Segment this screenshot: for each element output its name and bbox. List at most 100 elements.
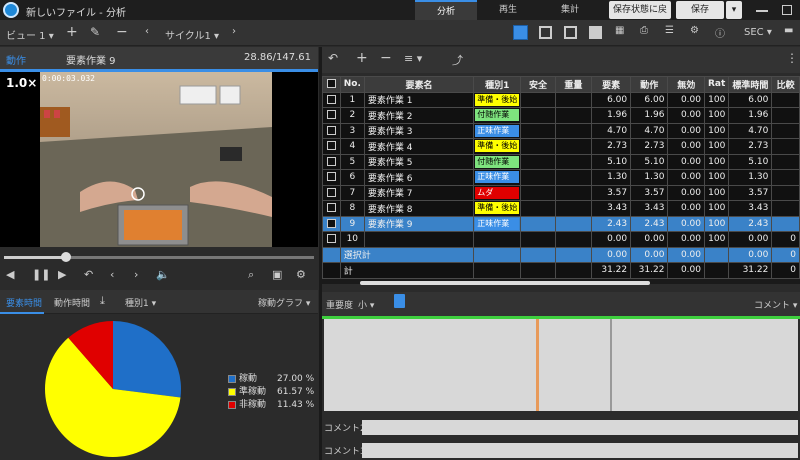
split-icon[interactable]: ⤴ bbox=[452, 52, 463, 68]
row-checkbox-cell[interactable] bbox=[322, 91, 341, 108]
undo-icon[interactable]: ↶ bbox=[328, 51, 338, 65]
element-name[interactable]: 要素作業 2 bbox=[363, 107, 475, 124]
column-header[interactable]: No. bbox=[339, 76, 365, 93]
row-checkbox-cell[interactable] bbox=[322, 138, 341, 155]
table-row[interactable]: 1 要素作業 1 準備・後始 6.00 6.00 0.00 100 6.00 bbox=[322, 91, 800, 108]
element-name[interactable]: 要素作業 7 bbox=[363, 184, 475, 201]
column-header[interactable]: 比較 bbox=[771, 76, 800, 93]
type-cell[interactable]: 正味作業 bbox=[473, 215, 522, 232]
checkbox[interactable] bbox=[326, 125, 336, 135]
type-cell[interactable] bbox=[473, 231, 522, 248]
minus-icon[interactable]: − bbox=[116, 24, 128, 40]
type-cell[interactable]: 準備・後始 bbox=[473, 91, 522, 108]
save-dropdown-button[interactable]: ▾ bbox=[726, 1, 742, 19]
pause-icon[interactable]: ❚❚ bbox=[32, 268, 50, 281]
folder-icon[interactable]: ▬ bbox=[784, 25, 793, 36]
element-name[interactable]: 要素作業 3 bbox=[363, 122, 475, 139]
weight-cell[interactable] bbox=[554, 107, 593, 124]
checkbox[interactable] bbox=[326, 203, 336, 213]
row-checkbox-cell[interactable] bbox=[322, 153, 341, 170]
weight-cell[interactable] bbox=[554, 153, 593, 170]
tab-element-time[interactable]: 要素時間 bbox=[6, 296, 42, 309]
layout-single-icon[interactable] bbox=[589, 26, 602, 39]
weight-cell[interactable] bbox=[554, 138, 593, 155]
checkbox[interactable] bbox=[326, 156, 336, 166]
column-header[interactable]: 要素 bbox=[591, 76, 632, 93]
type-cell[interactable]: 正味作業 bbox=[473, 122, 522, 139]
prev-cycle-icon[interactable]: ‹ bbox=[145, 26, 149, 37]
table-row[interactable]: 9 要素作業 9 正味作業 2.43 2.43 0.00 100 2.43 bbox=[322, 215, 800, 232]
tab-summary[interactable]: 集計 bbox=[539, 0, 601, 20]
pencil-icon[interactable]: ✎ bbox=[90, 25, 100, 39]
image-icon[interactable]: ▣ bbox=[272, 268, 282, 281]
safety-cell[interactable] bbox=[520, 138, 556, 155]
timeline-cursor[interactable] bbox=[536, 319, 539, 411]
checkbox[interactable] bbox=[326, 218, 336, 228]
layout-grid3-icon[interactable] bbox=[539, 26, 552, 39]
row-checkbox-cell[interactable] bbox=[322, 107, 341, 124]
prev-icon[interactable]: ‹ bbox=[110, 268, 114, 281]
info-icon[interactable]: ⓘ bbox=[715, 25, 725, 40]
type-cell[interactable]: 付随作業 bbox=[473, 153, 522, 170]
column-header[interactable]: 種別1 bbox=[473, 76, 522, 93]
save-button[interactable]: 保存 bbox=[676, 1, 724, 19]
row-checkbox-cell[interactable] bbox=[322, 231, 341, 248]
table-row[interactable]: 2 要素作業 2 付随作業 1.96 1.96 0.00 100 1.96 bbox=[322, 107, 800, 124]
graph-type-select[interactable]: 稼動グラフ ▾ bbox=[258, 296, 310, 309]
type-cell[interactable]: 準備・後始 bbox=[473, 138, 522, 155]
element-name[interactable]: 要素作業 1 bbox=[363, 91, 475, 108]
layout-grid4-icon[interactable] bbox=[513, 25, 528, 40]
select-all-checkbox[interactable] bbox=[322, 76, 341, 93]
safety-cell[interactable] bbox=[520, 107, 556, 124]
type-cell[interactable]: 準備・後始 bbox=[473, 200, 522, 217]
safety-cell[interactable] bbox=[520, 153, 556, 170]
undo-icon[interactable]: ↶ bbox=[84, 268, 93, 281]
table-horizontal-scrollbar[interactable] bbox=[360, 281, 650, 285]
column-header[interactable]: 重量 bbox=[554, 76, 593, 93]
checkbox[interactable] bbox=[326, 141, 336, 151]
row-checkbox-cell[interactable] bbox=[322, 122, 341, 139]
table-row[interactable]: 3 要素作業 3 正味作業 4.70 4.70 0.00 100 4.70 bbox=[322, 122, 800, 139]
row-checkbox-cell[interactable] bbox=[322, 215, 341, 232]
table-row[interactable]: 10 0.00 0.00 0.00 100 0.00 0 bbox=[322, 231, 800, 248]
table-row[interactable]: 7 要素作業 7 ムダ 3.57 3.57 0.00 100 3.57 bbox=[322, 184, 800, 201]
film-icon[interactable]: ▦ bbox=[615, 25, 624, 36]
list-icon[interactable]: ☰ bbox=[665, 25, 674, 36]
checkbox[interactable] bbox=[326, 187, 336, 197]
element-name[interactable]: 要素作業 9 bbox=[363, 215, 475, 232]
play-icon[interactable]: ▶ bbox=[58, 268, 66, 281]
weight-cell[interactable] bbox=[554, 122, 593, 139]
delete-row-icon[interactable]: − bbox=[380, 50, 392, 66]
table-row[interactable]: 5 要素作業 5 付随作業 5.10 5.10 0.00 100 5.10 bbox=[322, 153, 800, 170]
cycle-select[interactable]: サイクル1 ▾ bbox=[165, 27, 219, 42]
weight-cell[interactable] bbox=[554, 169, 593, 186]
column-header[interactable]: 要素名 bbox=[363, 76, 475, 93]
type-cell[interactable]: 正味作業 bbox=[473, 169, 522, 186]
table-row[interactable]: 6 要素作業 6 正味作業 1.30 1.30 0.00 100 1.30 bbox=[322, 169, 800, 186]
layout-split-icon[interactable] bbox=[564, 26, 577, 39]
table-row[interactable]: 4 要素作業 4 準備・後始 2.73 2.73 0.00 100 2.73 bbox=[322, 138, 800, 155]
add-icon[interactable]: + bbox=[66, 24, 78, 40]
zoom-icon[interactable]: ⌕ bbox=[248, 268, 254, 282]
gear-icon[interactable]: ⚙ bbox=[690, 25, 699, 36]
type-select[interactable]: 種別1 ▾ bbox=[125, 296, 156, 309]
safety-cell[interactable] bbox=[520, 169, 556, 186]
safety-cell[interactable] bbox=[520, 215, 556, 232]
element-name[interactable]: 要素作業 5 bbox=[363, 153, 475, 170]
checkbox[interactable] bbox=[326, 110, 336, 120]
view-select[interactable]: ビュー 1 ▾ bbox=[6, 27, 54, 42]
column-header[interactable]: 動作 bbox=[630, 76, 669, 93]
row-checkbox-cell[interactable] bbox=[322, 200, 341, 217]
download-icon[interactable]: ⤓ bbox=[100, 294, 105, 308]
frame-back-icon[interactable]: ◀ bbox=[6, 268, 14, 281]
type-cell[interactable]: 付随作業 bbox=[473, 107, 522, 124]
importance-select[interactable]: 小 ▾ bbox=[358, 298, 374, 311]
weight-cell[interactable] bbox=[554, 200, 593, 217]
seek-handle[interactable] bbox=[61, 252, 71, 262]
comment-menu[interactable]: コメント ▾ bbox=[754, 298, 797, 311]
table-row[interactable]: 8 要素作業 8 準備・後始 3.43 3.43 0.00 100 3.43 bbox=[322, 200, 800, 217]
row-checkbox-cell[interactable] bbox=[322, 169, 341, 186]
type-cell[interactable]: ムダ bbox=[473, 184, 522, 201]
safety-cell[interactable] bbox=[520, 231, 556, 248]
tab-analysis[interactable]: 分析 bbox=[415, 0, 477, 20]
